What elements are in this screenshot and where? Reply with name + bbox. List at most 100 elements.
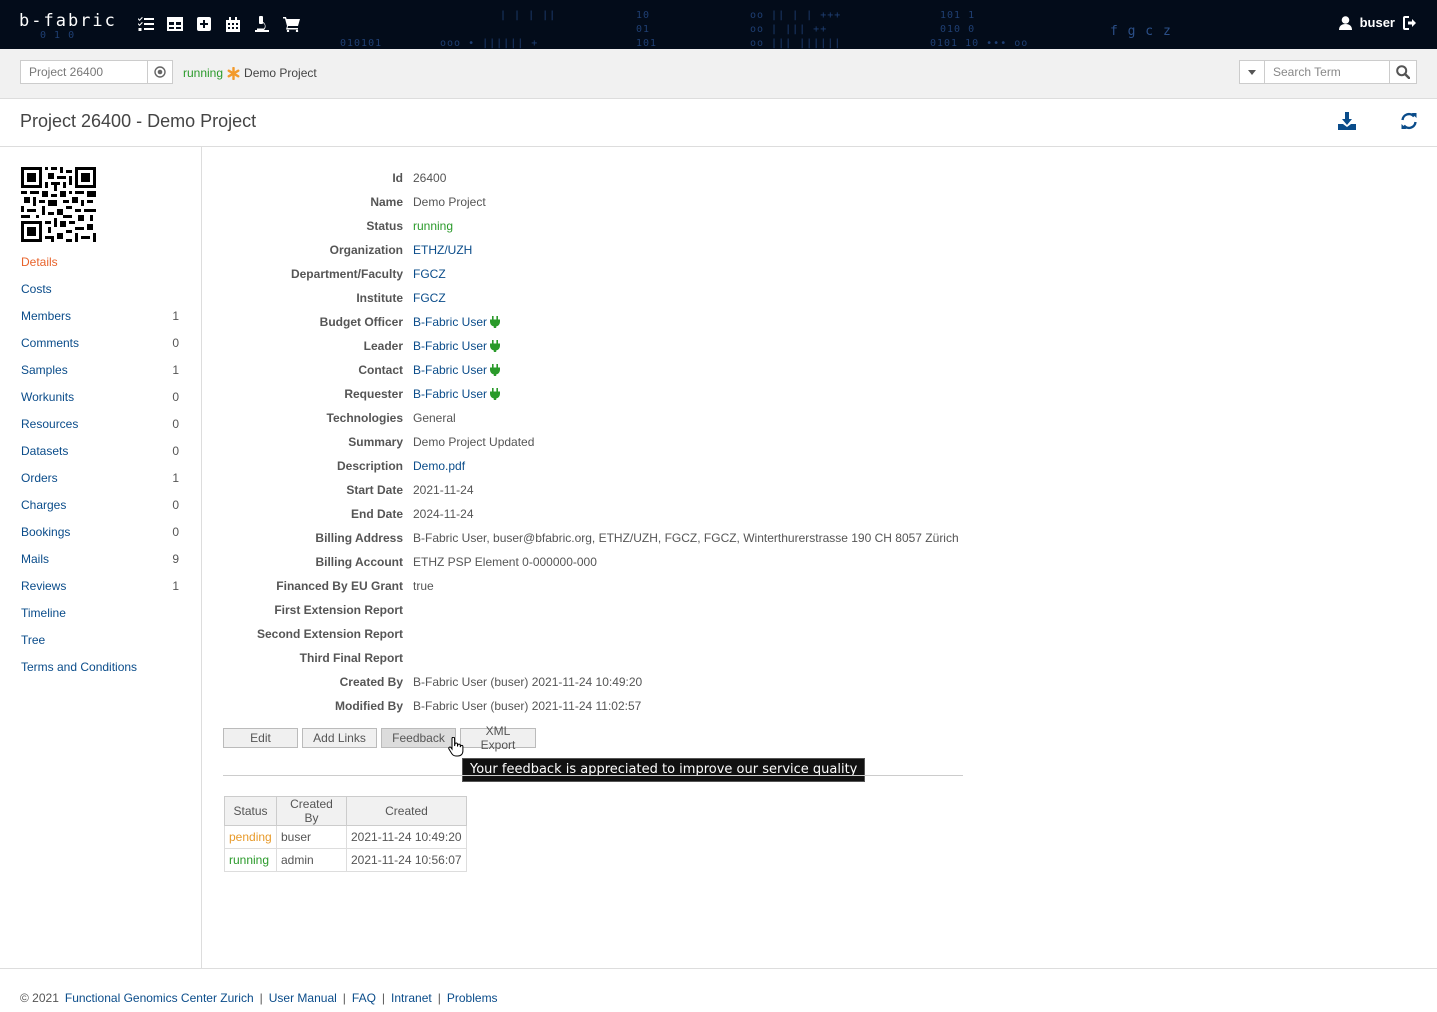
footer-link-problems[interactable]: Problems (447, 991, 498, 1005)
xml-export-button[interactable]: XML Export (460, 724, 536, 752)
sidebar-item-label[interactable]: Terms and Conditions (21, 660, 137, 687)
sidebar-item-label[interactable]: Costs (21, 282, 52, 309)
refresh-icon[interactable] (1400, 112, 1418, 133)
sidebar-item-count: 0 (172, 390, 179, 404)
table-cell: pending (224, 825, 277, 849)
logout-icon[interactable] (1403, 15, 1419, 30)
sidebar-item-label[interactable]: Mails (21, 552, 49, 579)
field-value[interactable]: B-Fabric User (413, 339, 501, 353)
footer-link-user-manual[interactable]: User Manual (269, 991, 337, 1005)
sidebar-item-orders[interactable]: Orders 1 (21, 471, 179, 498)
sidebar-item-terms-and-conditions[interactable]: Terms and Conditions (21, 660, 179, 687)
username: buser (1359, 15, 1395, 30)
sidebar-item-label[interactable]: Workunits (21, 390, 74, 417)
project-target-button[interactable] (147, 60, 173, 84)
field-value-text: Demo.pdf (413, 459, 466, 473)
footer-link-intranet[interactable]: Intranet (391, 991, 432, 1005)
cart-icon[interactable] (281, 14, 301, 34)
table-cell: 2021-11-24 10:49:20 (346, 825, 467, 849)
field-value-text: running (413, 219, 454, 233)
search-scope-dropdown[interactable] (1239, 60, 1265, 84)
field-value-text: 2024-11-24 (413, 507, 474, 521)
copyright: © 2021 (20, 991, 59, 1005)
tasks-icon[interactable] (136, 14, 156, 34)
field-value[interactable]: Demo.pdf (413, 459, 465, 473)
sidebar-item-details[interactable]: Details (21, 255, 179, 282)
field-value: true (413, 579, 434, 593)
sidebar-item-mails[interactable]: Mails 9 (21, 552, 179, 579)
add-links-button[interactable]: Add Links (302, 728, 377, 748)
microscope-icon[interactable] (252, 14, 272, 34)
sidebar-item-label[interactable]: Bookings (21, 525, 70, 552)
field-value: ETHZ PSP Element 0-000000-000 (413, 555, 597, 569)
field-value: General (413, 411, 456, 425)
sidebar-item-workunits[interactable]: Workunits 0 (21, 390, 179, 417)
field-created-by: Created By B-Fabric User (buser) 2021-11-… (223, 670, 983, 694)
sidebar-item-costs[interactable]: Costs (21, 282, 179, 309)
feedback-button[interactable]: Feedback (381, 728, 456, 748)
field-value[interactable]: ETHZ/UZH (413, 243, 472, 257)
sidebar-item-label[interactable]: Tree (21, 633, 45, 660)
column-header-status[interactable]: Status (224, 796, 277, 826)
field-value: 26400 (413, 171, 446, 185)
field-label: Requester (344, 387, 403, 401)
field-label: Billing Address (315, 531, 403, 545)
page-title: Project 26400 - Demo Project (20, 111, 257, 131)
sidebar-item-datasets[interactable]: Datasets 0 (21, 444, 179, 471)
field-value[interactable]: B-Fabric User (413, 387, 501, 401)
sidebar-item-count: 1 (172, 579, 179, 593)
field-value[interactable]: FGCZ (413, 267, 446, 281)
edit-button[interactable]: Edit (223, 728, 298, 748)
table-icon[interactable] (165, 14, 185, 34)
download-icon[interactable] (1338, 112, 1356, 133)
project-input[interactable] (20, 60, 148, 84)
sidebar-item-label[interactable]: Comments (21, 336, 79, 363)
sidebar-item-reviews[interactable]: Reviews 1 (21, 579, 179, 606)
field-modified-by: Modified By B-Fabric User (buser) 2021-11… (223, 694, 983, 718)
sidebar-item-timeline[interactable]: Timeline (21, 606, 179, 633)
field-label: Billing Account (315, 555, 403, 569)
field-organization: Organization ETHZ/UZH (223, 238, 983, 262)
field-value[interactable]: B-Fabric User (413, 315, 501, 329)
field-value-text: Demo Project (413, 195, 486, 209)
column-header-created[interactable]: Created (346, 796, 467, 826)
footer-org-link[interactable]: Functional Genomics Center Zurich (65, 991, 254, 1005)
sidebar-item-label[interactable]: Resources (21, 417, 78, 444)
field-summary: Summary Demo Project Updated (223, 430, 983, 454)
user-menu[interactable]: buser (1338, 15, 1419, 30)
search-input[interactable] (1264, 60, 1390, 84)
sidebar-item-bookings[interactable]: Bookings 0 (21, 525, 179, 552)
plug-icon (490, 340, 501, 352)
sidebar-item-resources[interactable]: Resources 0 (21, 417, 179, 444)
search-button[interactable] (1389, 60, 1417, 84)
sidebar-item-label[interactable]: Charges (21, 498, 66, 525)
sidebar-item-label[interactable]: Reviews (21, 579, 66, 606)
footer-link-faq[interactable]: FAQ (352, 991, 376, 1005)
field-department-faculty: Department/Faculty FGCZ (223, 262, 983, 286)
app-logo[interactable]: b-fabric (19, 11, 117, 31)
sidebar-item-comments[interactable]: Comments 0 (21, 336, 179, 363)
field-value[interactable]: B-Fabric User (413, 363, 501, 377)
sidebar-item-label[interactable]: Orders (21, 471, 58, 498)
sidebar-item-label[interactable]: Datasets (21, 444, 68, 471)
field-label: First Extension Report (274, 603, 403, 617)
sidebar-item-label[interactable]: Timeline (21, 606, 66, 633)
footer-separator: | (342, 991, 346, 1005)
sidebar-item-tree[interactable]: Tree (21, 633, 179, 660)
project-bar: running Demo Project (0, 49, 1437, 99)
sidebar-item-members[interactable]: Members 1 (21, 309, 179, 336)
column-header-created-by[interactable]: Created By (276, 796, 347, 826)
sidebar-item-label[interactable]: Details (21, 255, 58, 282)
field-label: Organization (329, 243, 403, 257)
calendar-icon[interactable] (223, 14, 243, 34)
plus-square-icon[interactable] (194, 14, 214, 34)
sidebar-item-label[interactable]: Samples (21, 363, 68, 390)
field-value-text: Demo Project Updated (413, 435, 535, 449)
sidebar-item-charges[interactable]: Charges 0 (21, 498, 179, 525)
sidebar-item-label[interactable]: Members (21, 309, 71, 336)
sidebar-nav: Details Costs Members 1 Comments 0 Samples 1 Wor… (21, 255, 179, 687)
field-value-text: true (413, 579, 434, 593)
project-name: Demo Project (244, 66, 317, 80)
sidebar-item-samples[interactable]: Samples 1 (21, 363, 179, 390)
field-value[interactable]: FGCZ (413, 291, 446, 305)
